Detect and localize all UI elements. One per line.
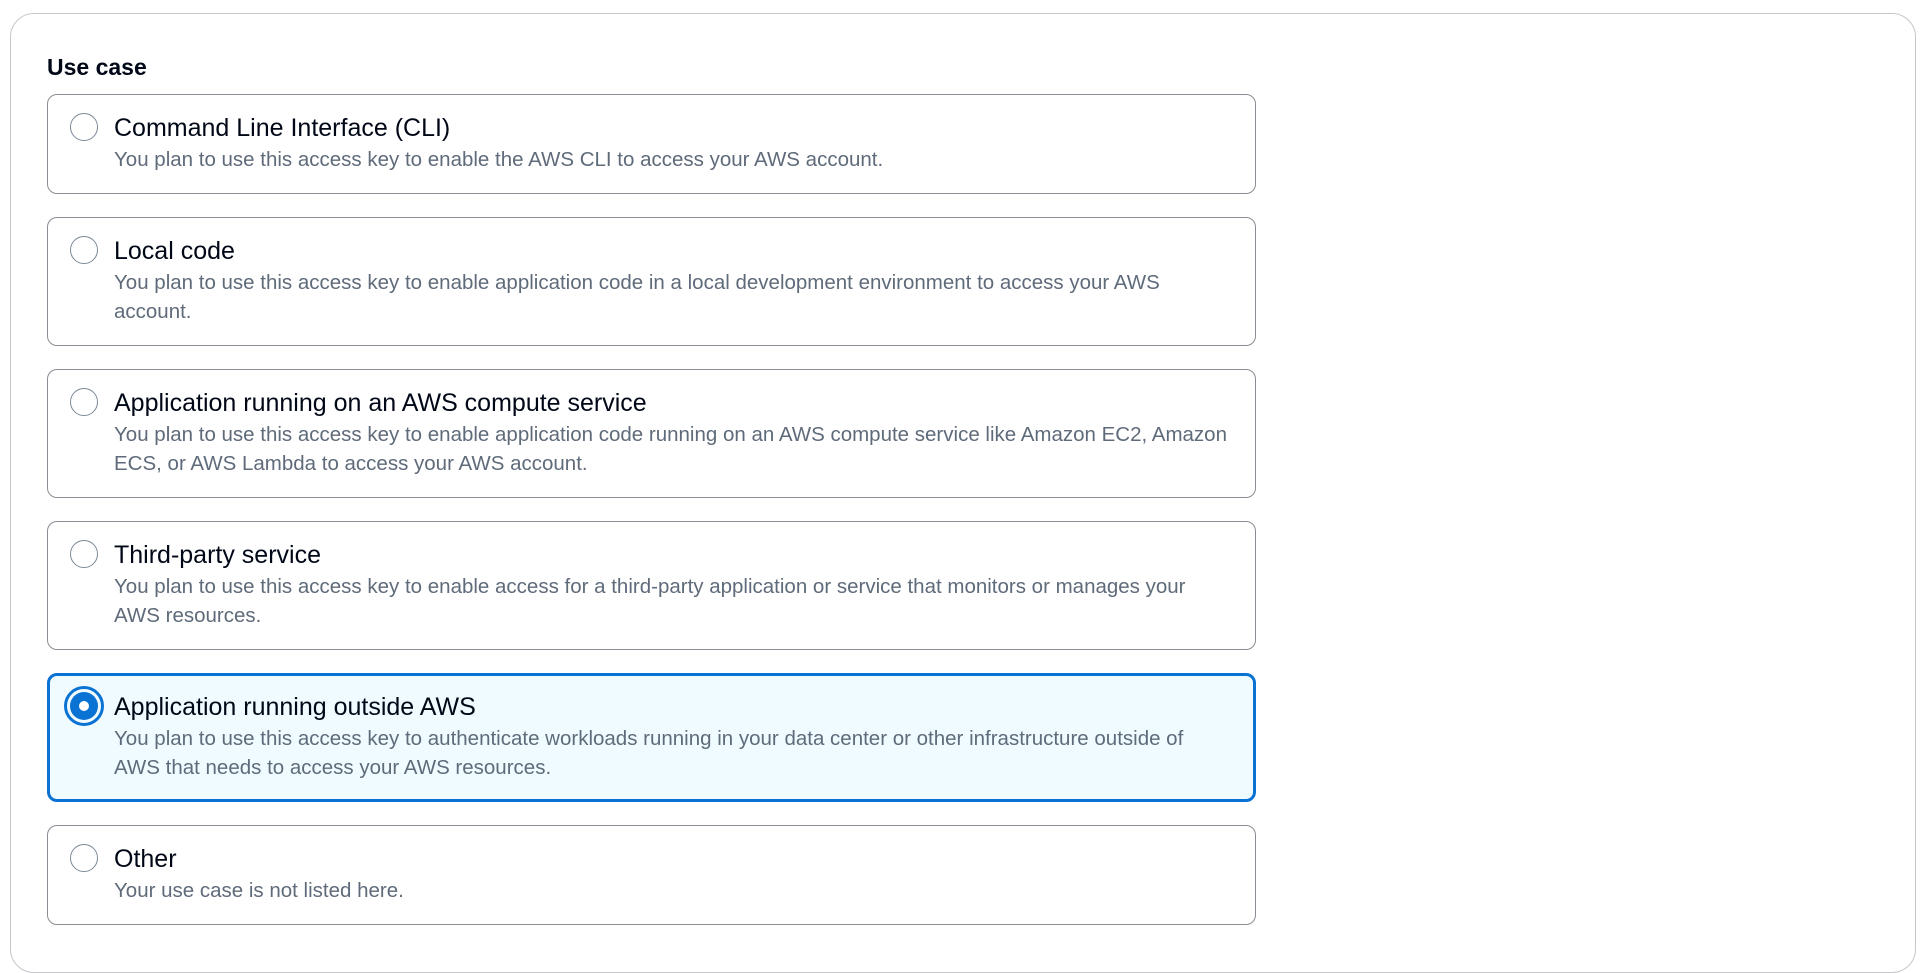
option-title: Command Line Interface (CLI) bbox=[114, 114, 451, 142]
use-case-radio-group: Command Line Interface (CLI) You plan to… bbox=[47, 94, 1256, 948]
option-title: Local code bbox=[114, 237, 235, 265]
option-cli[interactable]: Command Line Interface (CLI) You plan to… bbox=[47, 94, 1256, 194]
option-local-code[interactable]: Local code You plan to use this access k… bbox=[47, 217, 1256, 346]
radio-other[interactable] bbox=[70, 844, 98, 872]
option-other[interactable]: Other Your use case is not listed here. bbox=[47, 825, 1256, 925]
option-description: You plan to use this access key to authe… bbox=[114, 727, 1184, 779]
option-title: Other bbox=[114, 845, 177, 873]
option-title: Third-party service bbox=[114, 541, 321, 569]
option-outside-aws[interactable]: Application running outside AWS You plan… bbox=[47, 673, 1256, 802]
option-aws-compute-service[interactable]: Application running on an AWS compute se… bbox=[47, 369, 1256, 498]
option-title: Application running outside AWS bbox=[114, 693, 476, 721]
radio-third-party-service[interactable] bbox=[70, 540, 98, 568]
radio-aws-compute-service[interactable] bbox=[70, 388, 98, 416]
option-third-party-service[interactable]: Third-party service You plan to use this… bbox=[47, 521, 1256, 650]
option-description: You plan to use this access key to enabl… bbox=[114, 148, 884, 171]
radio-local-code[interactable] bbox=[70, 236, 98, 264]
option-title: Application running on an AWS compute se… bbox=[114, 389, 647, 417]
radio-cli[interactable] bbox=[70, 113, 98, 141]
option-description: You plan to use this access key to enabl… bbox=[114, 423, 1227, 475]
use-case-container: Use case Command Line Interface (CLI) Yo… bbox=[10, 13, 1916, 973]
radio-outside-aws-selected[interactable] bbox=[64, 686, 104, 726]
option-description: Your use case is not listed here. bbox=[114, 879, 404, 902]
option-description: You plan to use this access key to enabl… bbox=[114, 271, 1160, 323]
option-description: You plan to use this access key to enabl… bbox=[114, 575, 1186, 627]
use-case-label: Use case bbox=[47, 54, 147, 80]
